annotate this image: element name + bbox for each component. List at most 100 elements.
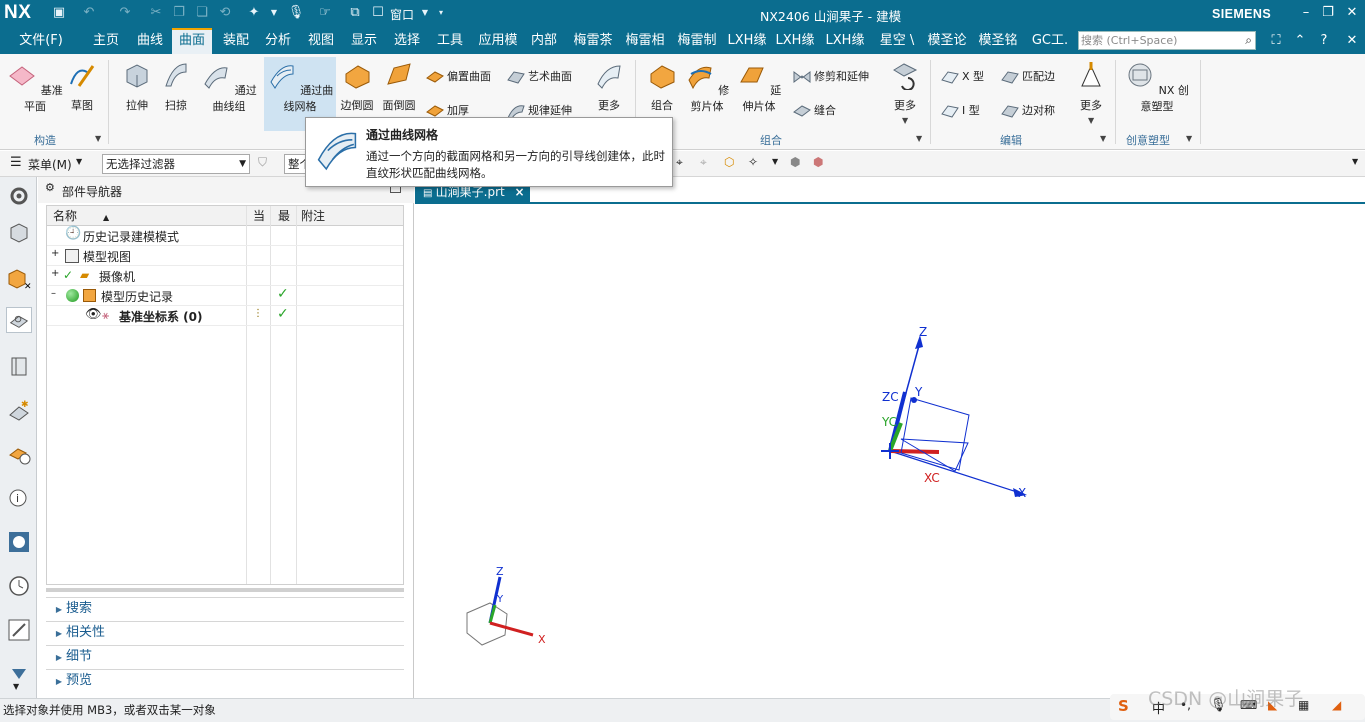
viewport-canvas[interactable]: Z ZC Y YC XC X Z Y X <box>415 177 1365 698</box>
close-icon[interactable]: ✕ <box>1342 4 1362 22</box>
tab-select[interactable]: 选择 <box>387 28 427 54</box>
match-edge-button[interactable]: 匹配边 <box>1000 66 1055 88</box>
hd3d-tools-icon[interactable]: ✱ <box>6 397 32 423</box>
snap-vertex-icon[interactable]: ✧ <box>748 155 758 169</box>
menu-button[interactable]: 菜单(M) <box>28 156 72 173</box>
trim-sheet-button[interactable]: 修剪片体 <box>684 60 730 114</box>
offset-surface-button[interactable]: 偏置曲面 <box>425 66 491 88</box>
cut-icon[interactable]: ✂ <box>147 4 165 22</box>
tab-display[interactable]: 显示 <box>344 28 384 54</box>
info-icon[interactable]: i <box>6 485 32 511</box>
minimize-icon[interactable]: – <box>1296 4 1316 22</box>
extrude-button[interactable]: 拉伸 <box>118 60 156 113</box>
menu-hamburger-icon[interactable]: ☰ <box>10 155 22 170</box>
search-icon[interactable]: ⌕ <box>1245 32 1252 49</box>
snap-point-icon[interactable]: ⌖ <box>676 155 683 170</box>
touch-mode-icon[interactable]: ☞ <box>316 4 334 22</box>
studio-surface-button[interactable]: 艺术曲面 <box>506 66 572 88</box>
menu-chevron-icon[interactable]: ▼ <box>76 157 82 166</box>
tab-home[interactable]: 主页 <box>86 28 126 54</box>
sketch-button[interactable]: 草图 <box>62 60 102 113</box>
help-icon[interactable]: ? <box>1314 32 1334 50</box>
undo-icon[interactable]: ↶ <box>80 4 98 22</box>
combine-more-button[interactable]: 更多 <box>886 60 924 113</box>
fullscreen-icon[interactable]: ⛶ <box>1266 32 1286 50</box>
save-icon[interactable]: ▣ <box>50 4 68 22</box>
combine-button[interactable]: 组合 <box>643 60 681 113</box>
copy-icon[interactable]: ❐ <box>170 4 188 22</box>
tab-mlx-3[interactable]: 梅雷制 <box>672 28 722 54</box>
command-finder-icon[interactable]: ✦ <box>245 4 263 22</box>
datum-plane-button[interactable]: 基准平面 <box>6 60 64 114</box>
expand-plus-icon[interactable]: + <box>51 268 59 279</box>
snap-box-icon[interactable]: ⬡ <box>724 155 734 169</box>
extend-sheet-button[interactable]: 延伸片体 <box>736 60 782 114</box>
redo-icon[interactable]: ↷ <box>116 4 134 22</box>
through-curves-button[interactable]: 通过曲线组 <box>198 60 260 114</box>
tab-surface[interactable]: 曲面 <box>172 28 212 54</box>
tree-row-history-mode[interactable]: 🕘 历史记录建模模式 <box>47 226 403 246</box>
tree-row-cameras[interactable]: + ✓ ▰ 摄像机 <box>47 266 403 286</box>
view-cube-icon[interactable]: ⬢ <box>790 155 800 169</box>
system-tools-icon[interactable] <box>6 617 32 643</box>
column-notes[interactable]: 附注 <box>297 206 403 226</box>
column-name[interactable]: 名称 ▲ <box>47 206 247 226</box>
tab-view[interactable]: 视图 <box>301 28 341 54</box>
column-latest[interactable]: 最 <box>271 206 297 226</box>
selbar-overflow-chevron-icon[interactable]: ▼ <box>1352 157 1358 166</box>
constraint-navigator-icon[interactable]: ✕ <box>6 265 32 291</box>
paste-icon[interactable]: ❏ <box>193 4 211 22</box>
microphone-icon[interactable]: 🎙 <box>287 4 305 22</box>
repeat-icon[interactable]: ⟲ <box>216 4 234 22</box>
tab-xingkong[interactable]: 星空 \ <box>874 28 920 54</box>
collapse-ribbon-icon[interactable]: ⌃ <box>1290 32 1310 50</box>
tab-file[interactable]: 文件(F) <box>10 28 72 54</box>
datum-csys[interactable]: Z ZC Y YC XC X <box>881 325 1027 500</box>
column-current[interactable]: 当 <box>247 206 271 226</box>
window-menu[interactable]: 窗口 <box>390 6 414 23</box>
pane-search[interactable]: ▶ 搜索 <box>46 597 404 619</box>
settings-gear-icon[interactable] <box>6 183 32 209</box>
window-icon[interactable]: ☐ <box>369 4 387 22</box>
switch-window-icon[interactable]: ⧉ <box>346 4 364 22</box>
restore-icon[interactable]: ❐ <box>1318 4 1338 22</box>
i-form-button[interactable]: I 型 <box>940 100 980 122</box>
sweep-button[interactable]: 扫掠 <box>157 60 195 113</box>
snap-chevron-icon[interactable]: ▼ <box>772 157 778 166</box>
tab-mlx-1[interactable]: 梅雷茶 <box>568 28 618 54</box>
tab-mlx-2[interactable]: 梅雷相 <box>620 28 670 54</box>
sew-button[interactable]: 缝合 <box>792 100 836 122</box>
edit-more-chevron-icon[interactable]: ▼ <box>1088 116 1094 125</box>
x-form-button[interactable]: X 型 <box>940 66 984 88</box>
edge-symmetry-button[interactable]: 边对称 <box>1000 100 1055 122</box>
ribbon-close-icon[interactable]: ✕ <box>1342 32 1362 50</box>
tab-curve[interactable]: 曲线 <box>130 28 170 54</box>
ime-settings-icon[interactable]: ◢ <box>1332 698 1341 712</box>
tab-tools[interactable]: 工具 <box>430 28 470 54</box>
tab-application[interactable]: 应用模 <box>474 28 522 54</box>
face-blend-button[interactable]: 面倒圆 <box>380 60 418 113</box>
visibility-eye-icon[interactable]: 👁 <box>85 307 102 322</box>
edit-more-button[interactable]: 更多 <box>1072 60 1110 113</box>
reuse-library-icon[interactable] <box>6 353 32 379</box>
tab-analysis[interactable]: 分析 <box>258 28 298 54</box>
navigator-splitter[interactable] <box>46 588 404 592</box>
tab-mosheng-1[interactable]: 模圣论 <box>924 28 970 54</box>
tab-internal[interactable]: 内部 <box>526 28 562 54</box>
edge-blend-button[interactable]: 边倒圆 <box>338 60 376 113</box>
pane-dependencies[interactable]: ▶ 相关性 <box>46 621 404 643</box>
web-browser-icon[interactable] <box>6 441 32 467</box>
combine-more-chevron-icon[interactable]: ▼ <box>902 116 908 125</box>
command-search-input[interactable]: 搜索 (Ctrl+Space) ⌕ <box>1078 31 1256 50</box>
tab-assembly[interactable]: 装配 <box>216 28 256 54</box>
sogou-icon[interactable]: S <box>1118 697 1129 715</box>
strip-scroll-down-icon[interactable]: ▼ <box>13 682 19 691</box>
collapse-minus-icon[interactable]: – <box>51 288 56 299</box>
part-navigator-icon[interactable] <box>6 307 32 333</box>
graphics-window[interactable]: ▤ 山涧果子.prt × Z ZC Y YC XC X Z Y X <box>415 177 1365 698</box>
filter-funnel-icon[interactable]: ⛉ <box>258 155 267 170</box>
overflow-chevron-icon[interactable]: ▾ <box>432 4 450 22</box>
pane-preview[interactable]: ▶ 预览 <box>46 669 404 691</box>
datum-plane-xy[interactable] <box>900 438 969 472</box>
combine-group-chevron-icon[interactable]: ▼ <box>916 134 922 143</box>
